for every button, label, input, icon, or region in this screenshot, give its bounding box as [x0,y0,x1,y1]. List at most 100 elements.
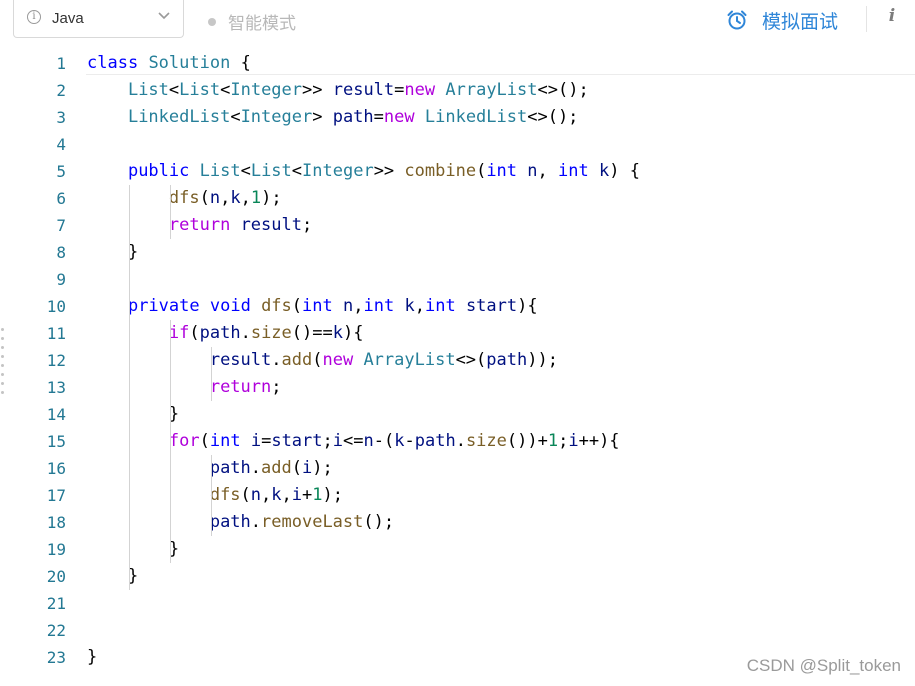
code-token: ++){ [578,431,620,451]
code-token: start [271,431,323,451]
code-token: new [404,80,436,100]
code-token: = [261,431,272,451]
line-number: 14 [46,405,66,424]
code-line: LinkedList<Integer> path=new LinkedList<… [87,104,907,131]
code-token: , [414,296,425,316]
code-token: k [394,431,405,451]
code-token: ){ [342,323,364,343]
code-token: LinkedList [424,107,528,127]
mock-interview-button[interactable]: 模拟面试 [726,6,838,34]
code-token: -( [373,431,395,451]
language-select[interactable]: i Java [13,0,184,38]
language-label: Java [52,10,84,27]
code-token: add [281,350,313,370]
code-line: } [87,563,907,590]
smart-mode-toggle[interactable]: 智能模式 [208,9,296,34]
line-number: 19 [46,540,66,559]
line-number: 4 [56,135,66,154]
code-token: + [302,485,313,505]
line-number: 18 [46,513,66,532]
code-token: combine [404,161,477,181]
line-number: 20 [46,567,66,586]
code-token: k [332,323,343,343]
code-token: LinkedList [127,107,231,127]
editor-toolbar: i Java 智能模式 模拟面试 i [0,0,915,44]
code-token: public [127,161,190,181]
code-token: Integer [302,161,374,181]
smart-mode-label: 智能模式 [228,14,296,34]
code-token: <>(); [527,107,579,127]
line-number: 8 [56,243,66,262]
code-token: return [209,377,272,397]
code-token: . [240,323,251,343]
mock-interview-label: 模拟面试 [762,10,839,33]
code-token: int [486,161,518,181]
code-token: n [209,188,221,208]
code-token: n [343,296,354,316]
code-token: < [240,161,251,181]
line-number: 9 [56,270,66,289]
code-token: result [332,80,395,100]
code-token: new [322,350,354,370]
code-token: path [486,350,528,370]
code-token: List [179,80,221,100]
code-token: k [271,485,282,505]
code-token: Solution [148,53,231,73]
code-token: , [220,188,231,208]
code-line: return result; [87,212,907,239]
code-line: if(path.size()==k){ [87,320,907,347]
code-token: } [87,242,139,262]
code-token: n [363,431,374,451]
code-token: i [332,431,344,451]
resize-handle[interactable] [1,328,7,400]
code-token: <>(); [537,80,589,100]
code-token: > [312,107,333,127]
code-token: ; [322,431,333,451]
chevron-down-icon [158,12,170,20]
code-token: ( [199,188,210,208]
code-token: ArrayList [445,80,538,100]
code-token: , [281,485,292,505]
indent-guide [169,185,171,239]
code-token: } [87,647,98,667]
code-token: i [302,458,313,478]
code-token: return [168,215,231,235]
info-icon[interactable]: i [885,6,899,26]
code-area[interactable]: class Solution { List<List<Integer>> res… [87,50,907,671]
code-token: size [250,323,292,343]
code-line: for(int i=start;i<=n-(k-path.size())+1;i… [87,428,907,455]
line-number: 10 [46,297,66,316]
code-token: ( [291,296,303,316]
line-number: 12 [46,351,66,370]
line-number: 7 [56,216,66,235]
code-token: >> [373,161,405,181]
code-token: ( [312,350,323,370]
code-line: public List<List<Integer>> combine(int n… [87,158,907,185]
code-token: List [250,161,292,181]
code-token: ArrayList [363,350,456,370]
dot-icon [208,17,216,26]
code-token: ; [271,377,282,397]
line-number: 11 [46,324,66,343]
code-token: int [302,296,333,316]
code-token: = [373,107,384,127]
line-number: 22 [46,621,66,640]
